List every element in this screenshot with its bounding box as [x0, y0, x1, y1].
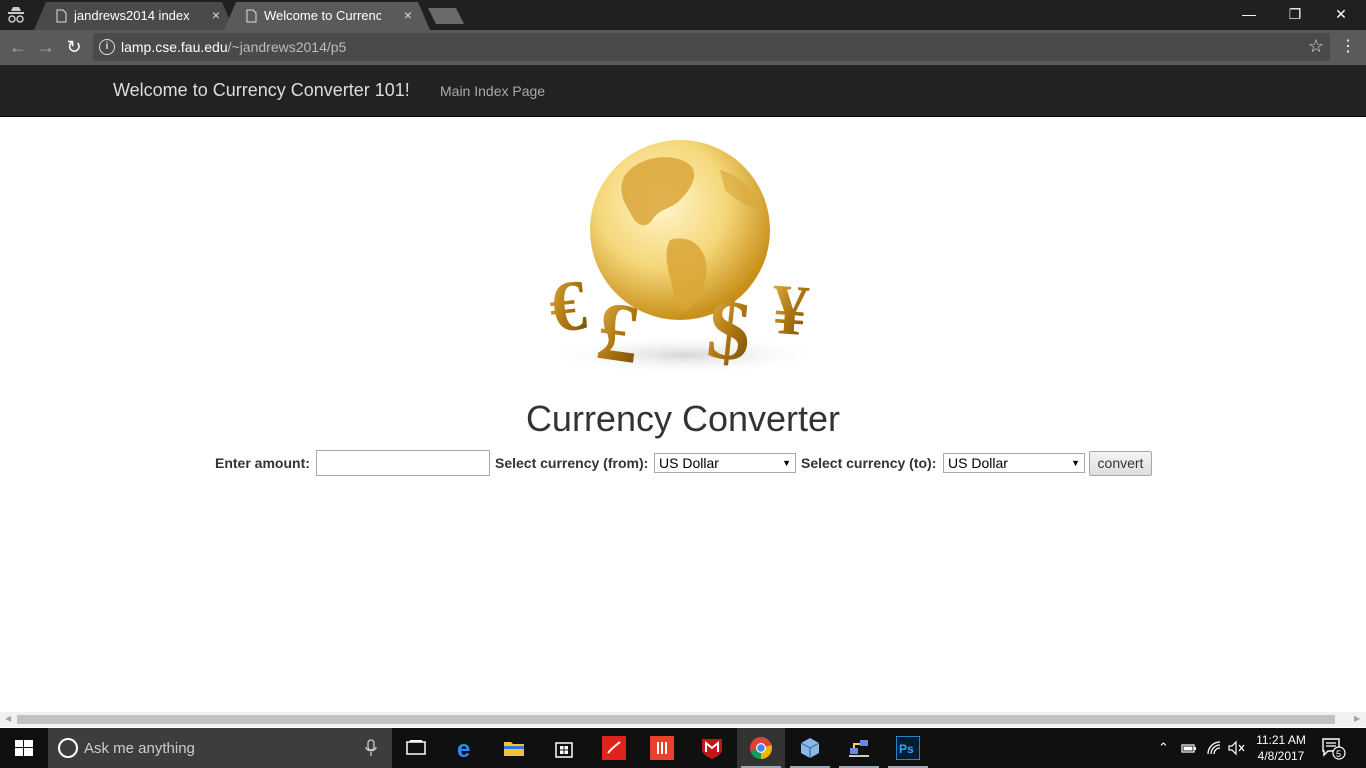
to-currency-select[interactable]: US Dollar ▼ [943, 453, 1085, 473]
amount-input[interactable] [316, 450, 490, 476]
virtualbox-icon[interactable] [786, 728, 834, 768]
browser-tab-index[interactable]: jandrews2014 index × [34, 2, 234, 30]
cortana-search-box[interactable]: Ask me anything [48, 728, 392, 768]
cortana-icon [58, 738, 78, 758]
close-window-button[interactable]: ✕ [1318, 0, 1364, 30]
edge-icon[interactable]: e [442, 728, 490, 768]
from-currency-label: Select currency (from): [495, 455, 649, 471]
address-bar[interactable]: i lamp.cse.fau.edu/~jandrews2014/p5 ☆ [93, 33, 1330, 61]
info-icon[interactable]: i [99, 39, 115, 55]
search-placeholder: Ask me anything [84, 740, 195, 757]
dropdown-arrow-icon: ▼ [782, 458, 791, 468]
bookmark-star-icon[interactable]: ☆ [1308, 36, 1324, 57]
notification-count: 5 [1336, 749, 1341, 759]
scroll-left-icon[interactable]: ◀ [5, 714, 11, 723]
back-arrow-icon[interactable]: ← [7, 37, 29, 59]
acrobat-icon[interactable] [590, 728, 638, 768]
url-text[interactable]: lamp.cse.fau.edu/~jandrews2014/p5 [121, 39, 346, 55]
svg-text:¥: ¥ [769, 269, 810, 351]
svg-text:e: e [457, 736, 470, 760]
system-clock[interactable]: 11:21 AM 4/8/2017 [1252, 732, 1310, 764]
navbar-brand[interactable]: Welcome to Currency Converter 101! [113, 80, 410, 101]
clock-time: 11:21 AM [1256, 733, 1306, 747]
page-title: Currency Converter [525, 398, 841, 439]
from-currency-select[interactable]: US Dollar ▼ [654, 453, 796, 473]
office-icon[interactable] [638, 728, 686, 768]
scrollbar-thumb[interactable] [17, 715, 1335, 724]
svg-text:Ps: Ps [899, 742, 914, 756]
page-icon [56, 9, 67, 23]
network-app-icon[interactable] [835, 728, 883, 768]
task-view-icon[interactable] [392, 728, 440, 768]
to-currency-label: Select currency (to): [801, 455, 937, 471]
dropdown-arrow-icon: ▼ [1071, 458, 1080, 468]
incognito-icon [8, 7, 24, 23]
battery-icon[interactable] [1180, 741, 1198, 755]
page-icon [246, 9, 257, 23]
windows-start-icon[interactable] [0, 728, 48, 768]
close-tab-icon[interactable]: × [208, 7, 224, 23]
microphone-icon[interactable] [364, 739, 378, 757]
tab-title: jandrews2014 index [74, 8, 190, 23]
browser-tab-strip: jandrews2014 index × Welcome to Currency… [0, 0, 1366, 30]
new-tab-button[interactable] [428, 8, 464, 24]
action-center-icon[interactable]: 5 [1320, 736, 1346, 760]
browser-toolbar: ← → ↻ i lamp.cse.fau.edu/~jandrews2014/p… [0, 30, 1366, 65]
store-icon[interactable] [540, 728, 588, 768]
file-explorer-icon[interactable] [490, 728, 538, 768]
browser-tab-currency[interactable]: Welcome to Currency Co × [224, 2, 430, 30]
volume-muted-icon[interactable] [1228, 740, 1246, 756]
convert-button[interactable]: convert [1089, 451, 1152, 476]
restore-button[interactable]: ❐ [1272, 0, 1318, 30]
wifi-icon[interactable] [1206, 740, 1222, 756]
to-currency-value: US Dollar [948, 455, 1008, 471]
currency-globe-image: € £ $ ¥ [545, 140, 825, 380]
forward-arrow-icon[interactable]: → [35, 37, 57, 59]
nav-link-main-index[interactable]: Main Index Page [440, 83, 545, 99]
windows-taskbar: Ask me anything e Ps ⌃ 11:21 AM 4/8/2017… [0, 728, 1366, 768]
show-hidden-icons-icon[interactable]: ⌃ [1158, 740, 1169, 756]
photoshop-icon[interactable]: Ps [884, 728, 932, 768]
scroll-right-icon[interactable]: ▶ [1354, 714, 1360, 723]
browser-menu-icon[interactable]: ⋮ [1340, 37, 1356, 59]
from-currency-value: US Dollar [659, 455, 719, 471]
url-path: /~jandrews2014/p5 [227, 39, 347, 55]
chrome-icon[interactable] [737, 728, 785, 768]
tab-title: Welcome to Currency Co [264, 8, 381, 23]
close-tab-icon[interactable]: × [400, 7, 416, 23]
site-navbar: Welcome to Currency Converter 101! Main … [0, 65, 1366, 117]
svg-text:€: € [546, 265, 590, 348]
amount-label: Enter amount: [215, 455, 310, 471]
horizontal-scrollbar[interactable]: ◀ ▶ [0, 712, 1366, 727]
mcafee-icon[interactable] [688, 728, 736, 768]
minimize-button[interactable]: — [1226, 0, 1272, 30]
url-host: lamp.cse.fau.edu [121, 39, 228, 55]
reload-icon[interactable]: ↻ [63, 37, 85, 59]
clock-date: 4/8/2017 [1257, 749, 1305, 763]
